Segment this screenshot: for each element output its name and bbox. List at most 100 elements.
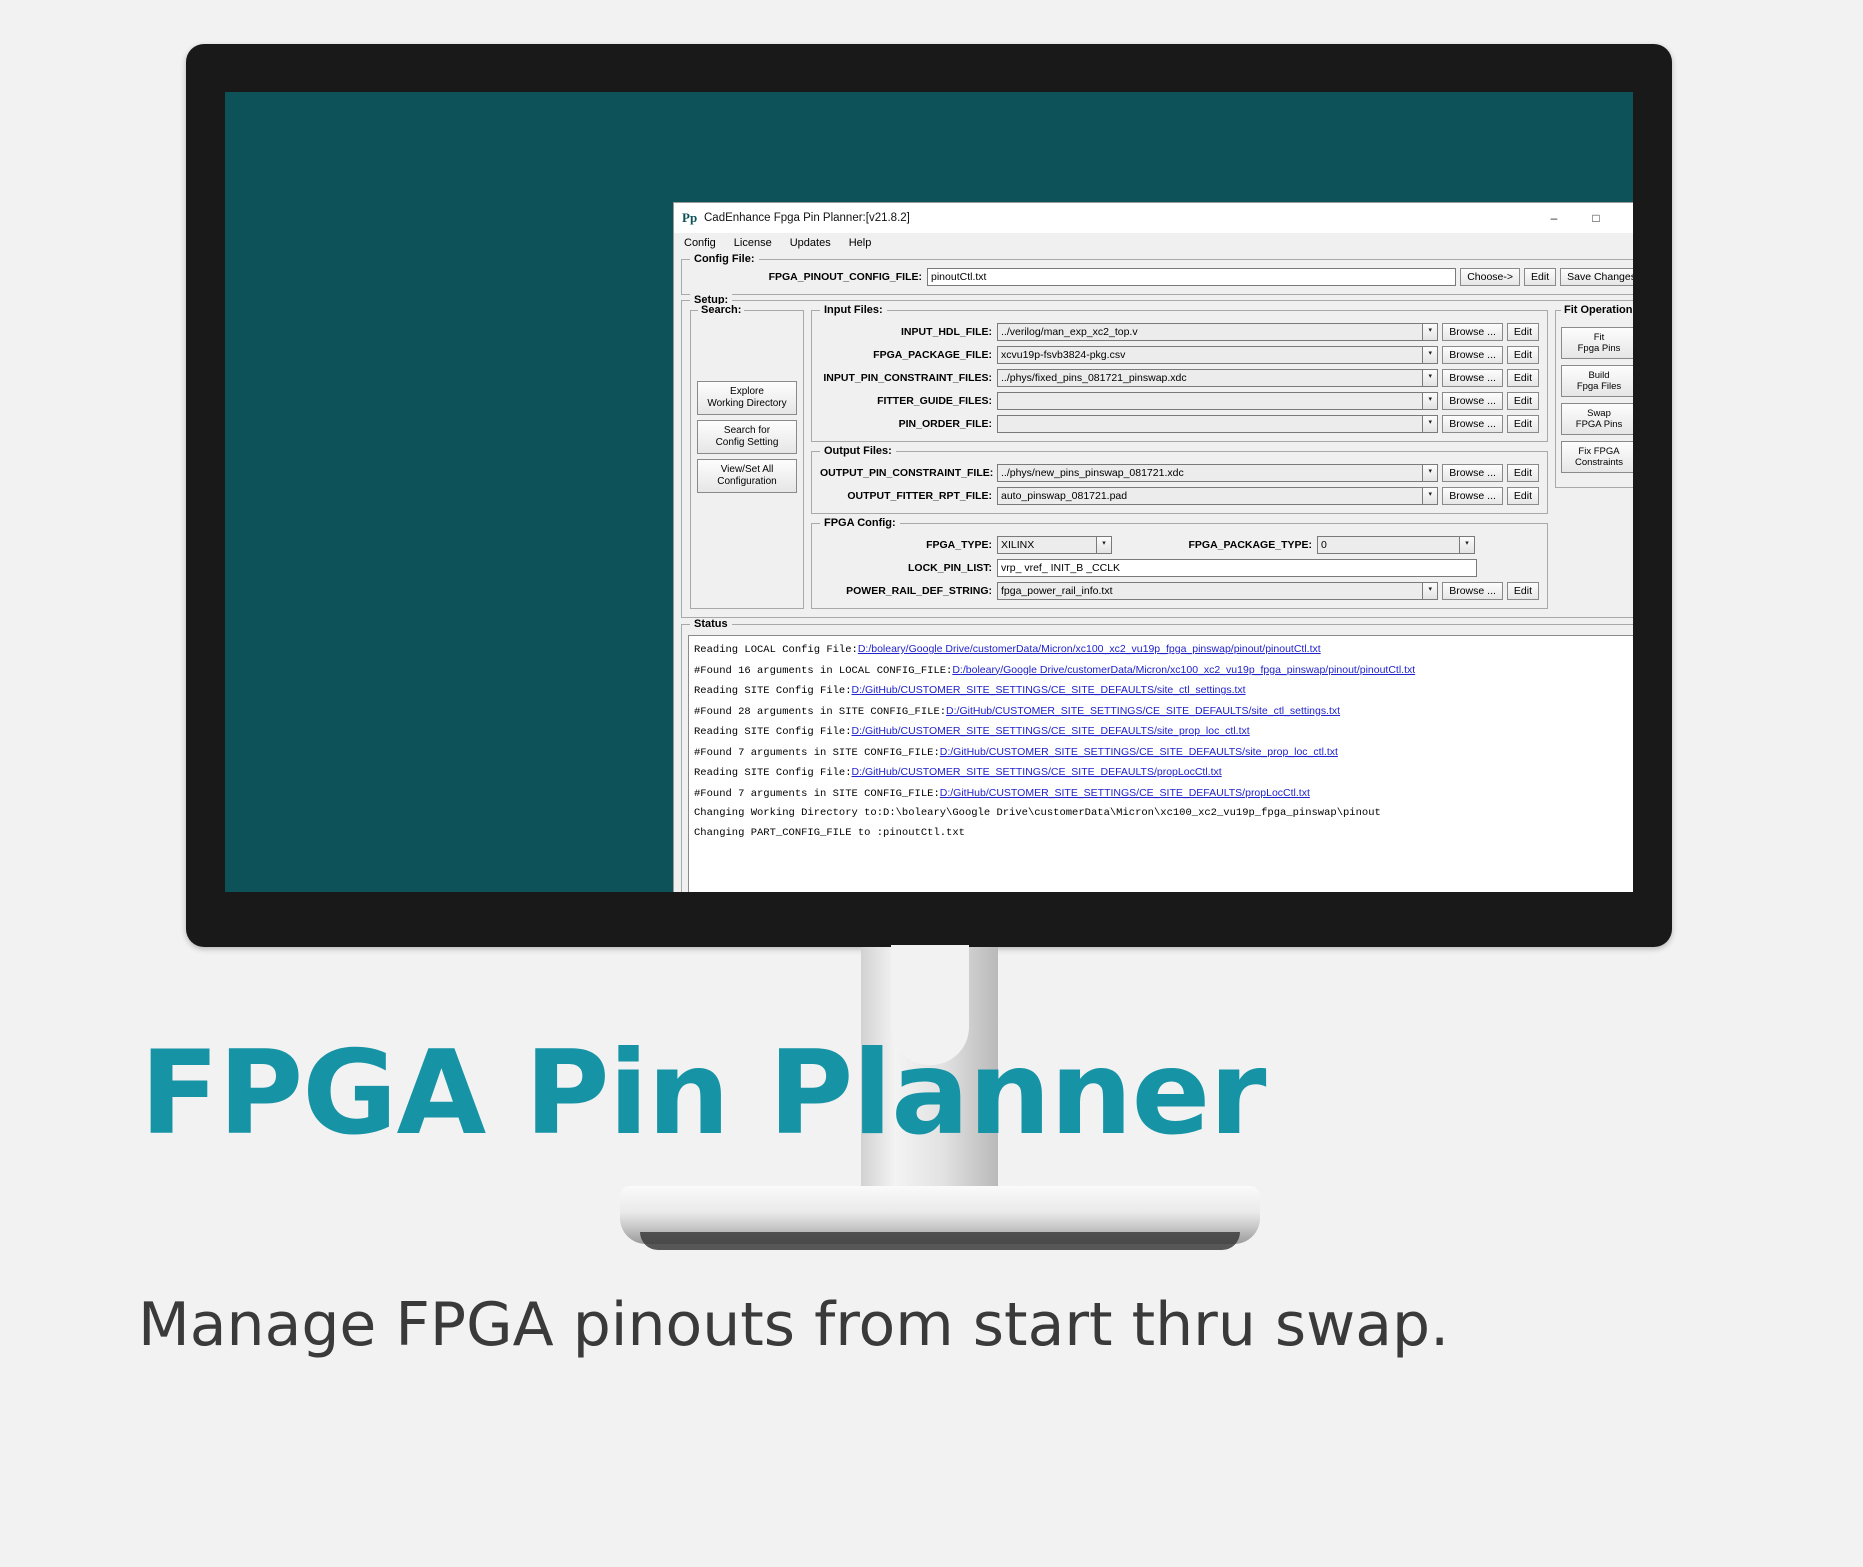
- menu-item-license[interactable]: License: [732, 236, 774, 250]
- browse-input-hdl-file-button[interactable]: Browse ...: [1442, 323, 1503, 341]
- swap-fpga-pins-label: Swap FPGA Pins: [1575, 408, 1623, 430]
- status-log-link[interactable]: D:/GitHub/CUSTOMER_SITE_SETTINGS/CE_SITE…: [852, 684, 1246, 696]
- status-log-text: Reading SITE Config File:: [694, 685, 852, 697]
- power-rail-def-string-row: POWER_RAIL_DEF_STRING: fpga_power_rail_i…: [820, 582, 1539, 600]
- build-fpga-files-button[interactable]: Build Fpga Files: [1561, 365, 1633, 397]
- browse-fpga-package-file-button[interactable]: Browse ...: [1442, 346, 1503, 364]
- input-files-group: Input Files: INPUT_HDL_FILE: ../verilog/…: [811, 304, 1548, 442]
- fitter-guide-files-input[interactable]: [997, 392, 1424, 410]
- output-fitter-rpt-file-label: OUTPUT_FITTER_RPT_FILE:: [847, 490, 992, 502]
- menu-item-updates[interactable]: Updates: [788, 236, 833, 250]
- status-log-line: Reading SITE Config File:D:/GitHub/CUSTO…: [694, 763, 1633, 784]
- choose-button[interactable]: Choose->: [1460, 268, 1521, 286]
- status-log-text: Changing PART_CONFIG_FILE to :pinoutCtl.…: [694, 826, 965, 839]
- status-log-line: Reading SITE Config File:D:/GitHub/CUSTO…: [694, 681, 1633, 702]
- browse-output-pin-constraint-file-button[interactable]: Browse ...: [1442, 464, 1503, 482]
- minimize-icon[interactable]: –: [1533, 203, 1575, 233]
- fit-operations-panel: Fit Operations Fit Fpga Pins Build Fpga …: [1555, 304, 1633, 488]
- fitter-guide-files-label: FITTER_GUIDE_FILES:: [877, 395, 992, 407]
- status-log-text: Reading LOCAL Config File:: [694, 644, 858, 656]
- fit-operations-legend: Fit Operations: [1561, 304, 1633, 316]
- status-log-link[interactable]: D:/GitHub/CUSTOMER_SITE_SETTINGS/CE_SITE…: [940, 746, 1338, 758]
- browse-pin-order-file-button[interactable]: Browse ...: [1442, 415, 1503, 433]
- fpga-package-file-label: FPGA_PACKAGE_FILE:: [873, 349, 992, 361]
- browse-input-pin-constraint-files-button[interactable]: Browse ...: [1442, 369, 1503, 387]
- status-log-line: #Found 16 arguments in LOCAL CONFIG_FILE…: [694, 661, 1633, 682]
- fix-fpga-constraints-button[interactable]: Fix FPGA Constraints: [1561, 441, 1633, 473]
- edit-fpga-package-file-button[interactable]: Edit: [1506, 346, 1539, 364]
- input-file-row: FPGA_PACKAGE_FILE: xcvu19p-fsvb3824-pkg.…: [820, 346, 1539, 364]
- browse-output-fitter-rpt-file-button[interactable]: Browse ...: [1442, 487, 1503, 505]
- maximize-icon[interactable]: □: [1575, 203, 1617, 233]
- edit-input-pin-constraint-files-button[interactable]: Edit: [1506, 369, 1539, 387]
- status-log[interactable]: Reading LOCAL Config File:D:/boleary/Goo…: [688, 635, 1633, 892]
- edit-input-hdl-file-button[interactable]: Edit: [1506, 323, 1539, 341]
- pin-order-file-dropdown-icon[interactable]: ▾: [1423, 415, 1439, 433]
- status-log-text: #Found 7 arguments in SITE CONFIG_FILE:: [694, 787, 940, 800]
- config-file-group: Config File: FPGA_PINOUT_CONFIG_FILE: pi…: [681, 253, 1633, 295]
- setup-center-column: Input Files: INPUT_HDL_FILE: ../verilog/…: [811, 304, 1548, 609]
- fpga-type-value[interactable]: XILINX: [997, 536, 1097, 554]
- build-fpga-files-label: Build Fpga Files: [1576, 370, 1622, 392]
- status-log-link[interactable]: D:/GitHub/CUSTOMER_SITE_SETTINGS/CE_SITE…: [946, 705, 1340, 717]
- save-changes-button[interactable]: Save Changes: [1560, 268, 1633, 286]
- app-logo-icon: Pp: [682, 210, 698, 225]
- fit-fpga-pins-button[interactable]: Fit Fpga Pins: [1561, 327, 1633, 359]
- pin-order-file-input[interactable]: [997, 415, 1424, 433]
- output-pin-constraint-file-dropdown-icon[interactable]: ▾: [1423, 464, 1439, 482]
- status-log-link[interactable]: D:/GitHub/CUSTOMER_SITE_SETTINGS/CE_SITE…: [852, 725, 1250, 737]
- status-log-link[interactable]: D:/boleary/Google Drive/customerData/Mic…: [858, 643, 1321, 655]
- input-pin-constraint-files-dropdown-icon[interactable]: ▾: [1423, 369, 1439, 387]
- status-log-text: #Found 16 arguments in LOCAL CONFIG_FILE…: [694, 664, 953, 677]
- output-fitter-rpt-file-input[interactable]: auto_pinswap_081721.pad: [997, 487, 1424, 505]
- input-pin-constraint-files-input[interactable]: ../phys/fixed_pins_081721_pinswap.xdc: [997, 369, 1424, 387]
- monitor-frame: Pp CadEnhance Fpga Pin Planner:[v21.8.2]…: [186, 44, 1672, 947]
- view-set-all-configuration-label: View/Set All Configuration: [717, 464, 777, 487]
- fpga-type-dropdown-icon[interactable]: ▾: [1097, 536, 1112, 554]
- menu-bar: Config License Updates Help: [674, 233, 1633, 254]
- status-log-link[interactable]: D:/GitHub/CUSTOMER_SITE_SETTINGS/CE_SITE…: [852, 766, 1222, 778]
- edit-power-rail-def-string-button[interactable]: Edit: [1506, 582, 1539, 600]
- lock-pin-list-input[interactable]: vrp_ vref_ INIT_B _CCLK: [997, 559, 1477, 577]
- status-log-line: Reading LOCAL Config File:D:/boleary/Goo…: [694, 640, 1633, 661]
- edit-output-fitter-rpt-file-button[interactable]: Edit: [1506, 487, 1539, 505]
- close-icon[interactable]: ✕: [1617, 203, 1634, 233]
- status-log-line: Changing PART_CONFIG_FILE to :pinoutCtl.…: [694, 824, 1633, 844]
- status-log-text: Reading SITE Config File:: [694, 726, 852, 738]
- edit-fitter-guide-files-button[interactable]: Edit: [1506, 392, 1539, 410]
- status-log-line: Changing Working Directory to:D:\boleary…: [694, 804, 1633, 824]
- power-rail-def-string-dropdown-icon[interactable]: ▾: [1423, 582, 1439, 600]
- menu-item-config[interactable]: Config: [682, 236, 718, 250]
- fpga-package-type-value[interactable]: 0: [1317, 536, 1460, 554]
- power-rail-def-string-input[interactable]: fpga_power_rail_info.txt: [997, 582, 1424, 600]
- output-pin-constraint-file-input[interactable]: ../phys/new_pins_pinswap_081721.xdc: [997, 464, 1424, 482]
- fix-fpga-constraints-label: Fix FPGA Constraints: [1574, 446, 1624, 468]
- fpga-package-type-dropdown-icon[interactable]: ▾: [1460, 536, 1475, 554]
- fpga-package-file-input[interactable]: xcvu19p-fsvb3824-pkg.csv: [997, 346, 1424, 364]
- fpga-config-group: FPGA Config: FPGA_TYPE: XILINX ▾ FPGA_PA…: [811, 517, 1548, 609]
- search-spacer: [697, 325, 797, 381]
- browse-fitter-guide-files-button[interactable]: Browse ...: [1442, 392, 1503, 410]
- fpga-pinout-config-file-input[interactable]: pinoutCtl.txt: [927, 268, 1457, 286]
- input-hdl-file-input[interactable]: ../verilog/man_exp_xc2_top.v: [997, 323, 1424, 341]
- swap-fpga-pins-button[interactable]: Swap FPGA Pins: [1561, 403, 1633, 435]
- output-pin-constraint-file-label: OUTPUT_PIN_CONSTRAINT_FILE:: [820, 467, 994, 479]
- search-legend: Search:: [698, 304, 745, 316]
- search-for-config-setting-button[interactable]: Search for Config Setting: [697, 420, 797, 454]
- edit-config-button[interactable]: Edit: [1524, 268, 1557, 286]
- fpga-package-file-dropdown-icon[interactable]: ▾: [1423, 346, 1439, 364]
- edit-output-pin-constraint-file-button[interactable]: Edit: [1506, 464, 1539, 482]
- menu-item-help[interactable]: Help: [847, 236, 874, 250]
- fitter-guide-files-dropdown-icon[interactable]: ▾: [1423, 392, 1439, 410]
- status-log-link[interactable]: D:/boleary/Google Drive/customerData/Mic…: [952, 664, 1415, 676]
- status-log-link[interactable]: D:/GitHub/CUSTOMER_SITE_SETTINGS/CE_SITE…: [940, 787, 1310, 799]
- explore-working-directory-button[interactable]: Explore Working Directory: [697, 381, 797, 415]
- output-fitter-rpt-file-dropdown-icon[interactable]: ▾: [1423, 487, 1439, 505]
- status-log-text: #Found 28 arguments in SITE CONFIG_FILE:: [694, 705, 947, 718]
- edit-pin-order-file-button[interactable]: Edit: [1506, 415, 1539, 433]
- fit-fpga-pins-label: Fit Fpga Pins: [1577, 332, 1621, 354]
- browse-power-rail-def-string-button[interactable]: Browse ...: [1442, 582, 1503, 600]
- output-file-row: OUTPUT_FITTER_RPT_FILE: auto_pinswap_081…: [820, 487, 1539, 505]
- input-hdl-file-dropdown-icon[interactable]: ▾: [1423, 323, 1439, 341]
- view-set-all-configuration-button[interactable]: View/Set All Configuration: [697, 459, 797, 493]
